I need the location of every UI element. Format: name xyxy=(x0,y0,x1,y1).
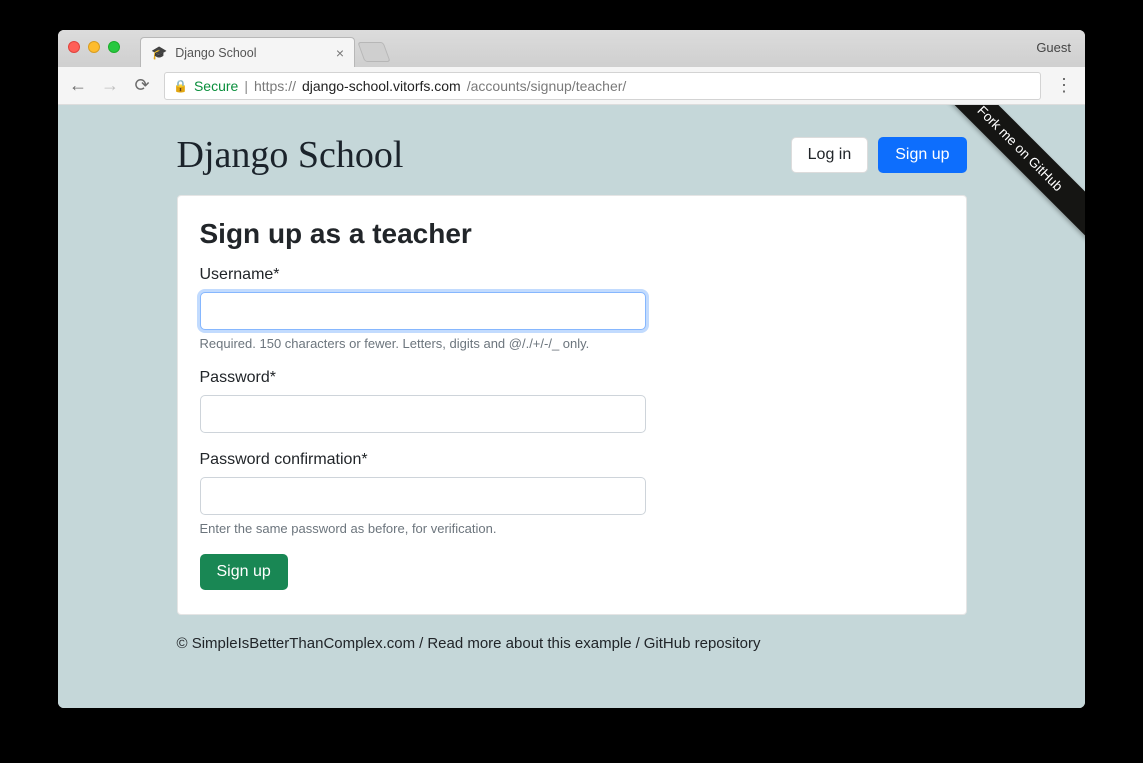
username-label: Username* xyxy=(200,266,944,284)
url-scheme: https:// xyxy=(254,78,296,94)
lock-icon: 🔒 xyxy=(173,79,188,93)
login-button[interactable]: Log in xyxy=(791,137,869,173)
page-container: Django School Log in Sign up Sign up as … xyxy=(177,133,967,652)
page-title: Sign up as a teacher xyxy=(200,218,944,250)
username-group: Username* Required. 150 characters or fe… xyxy=(200,266,944,351)
password-group: Password* xyxy=(200,369,944,433)
page-footer: © SimpleIsBetterThanComplex.com / Read m… xyxy=(177,635,967,652)
maximize-icon[interactable] xyxy=(108,41,120,53)
password-confirm-group: Password confirmation* Enter the same pa… xyxy=(200,451,944,536)
password-confirm-help: Enter the same password as before, for v… xyxy=(200,521,944,536)
browser-tab[interactable]: 🎓 Django School × xyxy=(140,37,355,67)
new-tab-button[interactable] xyxy=(357,42,390,62)
submit-button[interactable]: Sign up xyxy=(200,554,288,590)
brand-logo[interactable]: Django School xyxy=(177,133,404,177)
close-icon[interactable] xyxy=(68,41,80,53)
tab-title: Django School xyxy=(175,46,256,60)
separator: | xyxy=(244,78,248,94)
tab-bar: 🎓 Django School × Guest xyxy=(58,30,1085,67)
secure-label: Secure xyxy=(194,78,238,94)
window-controls xyxy=(68,41,120,53)
address-bar[interactable]: 🔒 Secure | https:// django-school.vitorfs… xyxy=(164,72,1041,100)
profile-label[interactable]: Guest xyxy=(1036,40,1071,55)
password-input[interactable] xyxy=(200,395,646,433)
reload-button[interactable]: ⟳ xyxy=(132,75,152,96)
username-input[interactable] xyxy=(200,292,646,330)
page-viewport: Fork me on GitHub Django School Log in S… xyxy=(58,105,1085,708)
footer-copyright: © SimpleIsBetterThanComplex.com xyxy=(177,635,416,652)
signup-card: Sign up as a teacher Username* Required.… xyxy=(177,195,967,615)
minimize-icon[interactable] xyxy=(88,41,100,53)
password-confirm-input[interactable] xyxy=(200,477,646,515)
back-button[interactable]: ← xyxy=(68,75,88,96)
footer-link-readmore[interactable]: Read more about this example xyxy=(427,635,631,652)
close-tab-icon[interactable]: × xyxy=(336,45,344,61)
page-header: Django School Log in Sign up xyxy=(177,133,967,177)
footer-sep-1: / xyxy=(419,635,423,652)
signup-button[interactable]: Sign up xyxy=(878,137,966,173)
url-host: django-school.vitorfs.com xyxy=(302,78,461,94)
password-label: Password* xyxy=(200,369,944,387)
forward-button[interactable]: → xyxy=(100,75,120,96)
password-confirm-label: Password confirmation* xyxy=(200,451,944,469)
username-help: Required. 150 characters or fewer. Lette… xyxy=(200,336,944,351)
address-bar-row: ← → ⟳ 🔒 Secure | https:// django-school.v… xyxy=(58,67,1085,105)
browser-window: 🎓 Django School × Guest ← → ⟳ 🔒 Secure |… xyxy=(58,30,1085,708)
menu-icon[interactable]: ⋮ xyxy=(1053,75,1075,96)
header-buttons: Log in Sign up xyxy=(791,137,967,173)
url-path: /accounts/signup/teacher/ xyxy=(467,78,627,94)
graduation-cap-icon: 🎓 xyxy=(151,45,167,61)
footer-sep-2: / xyxy=(636,635,640,652)
footer-link-github[interactable]: GitHub repository xyxy=(644,635,761,652)
